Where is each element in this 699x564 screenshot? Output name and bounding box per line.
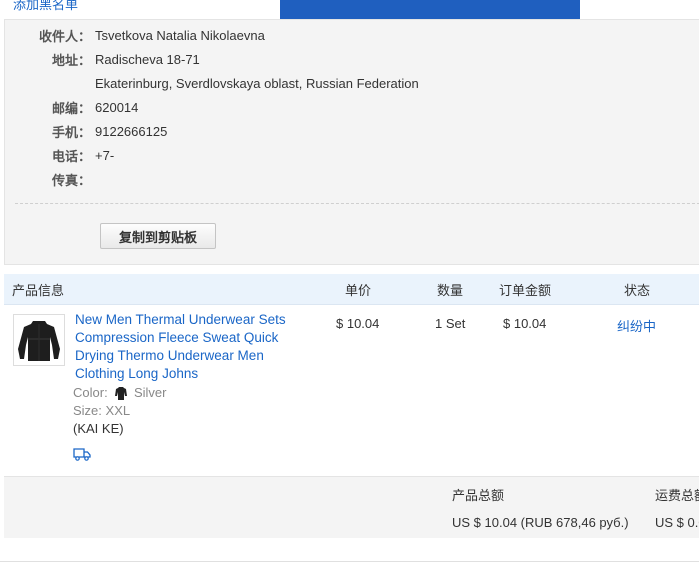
mobile-value: 9122666125 — [95, 123, 168, 139]
color-value: Silver — [133, 385, 167, 400]
shipping-total-label: 运费总额 — [655, 488, 699, 503]
header-status: 状态 — [624, 283, 651, 298]
size-value: XXL — [105, 403, 131, 418]
zip-row: 邮编： 620014 — [5, 98, 138, 116]
recipient-label: 收件人： — [38, 28, 91, 44]
address-line1: Radischeva 18-71 — [95, 51, 200, 67]
recipient-value: Tsvetkova Natalia Nikolaevna — [95, 27, 265, 43]
header-unit-price: 单价 — [345, 283, 372, 298]
quantity-value: 1 Set — [435, 316, 466, 331]
fax-label: 传真： — [51, 172, 91, 188]
product-thumbnail[interactable] — [13, 314, 65, 366]
phone-label: 电话： — [51, 148, 91, 164]
address-label: 地址： — [51, 52, 91, 68]
bottom-divider — [0, 561, 699, 562]
recipient-row: 收件人： Tsvetkova Natalia Nikolaevna — [5, 26, 265, 44]
product-total-value: US $ 10.04 (RUB 678,46 руб.) — [452, 515, 629, 530]
divider — [15, 203, 699, 204]
fax-row: 传真： — [5, 170, 95, 188]
header-order-amount: 订单金额 — [499, 283, 552, 298]
order-table-header: 产品信息 单价 数量 订单金额 状态 — [4, 274, 699, 305]
color-label: Color: — [73, 385, 108, 400]
size-label: Size: — [73, 403, 102, 418]
phone-value: +7- — [95, 147, 115, 163]
product-title-link[interactable]: New Men Thermal Underwear Sets Compressi… — [75, 311, 305, 383]
copy-to-clipboard-button[interactable]: 复制到剪贴板 — [100, 223, 216, 249]
seller-name: (KAI KE) — [73, 421, 124, 436]
add-blacklist-link[interactable]: 添加黑名单 — [13, 0, 78, 13]
header-product: 产品信息 — [12, 283, 65, 298]
product-total-label: 产品总额 — [452, 488, 505, 503]
order-summary: 产品总额 US $ 10.04 (RUB 678,46 руб.) 运费总额 U… — [4, 476, 699, 538]
status-link[interactable]: 纠纷中 — [617, 316, 656, 335]
product-color: Color: Silver — [73, 385, 166, 400]
mobile-row: 手机： 9122666125 — [5, 122, 167, 140]
zip-value: 620014 — [95, 99, 139, 115]
address-line2: Ekaterinburg, Sverdlovskaya oblast, Russ… — [95, 75, 419, 91]
zip-label: 邮编： — [51, 100, 91, 116]
color-swatch — [115, 387, 128, 400]
shipping-total-value: US $ 0.00 — [655, 515, 699, 530]
address-row: 地址： Radischeva 18-71 — [5, 50, 200, 68]
truck-icon[interactable] — [73, 447, 91, 461]
shipping-address-panel: 收件人： Tsvetkova Natalia Nikolaevna 地址： Ra… — [4, 19, 699, 265]
header-quantity: 数量 — [437, 283, 464, 298]
mobile-label: 手机： — [51, 124, 91, 140]
unit-price-value: $ 10.04 — [336, 316, 380, 331]
order-amount-value: $ 10.04 — [503, 316, 547, 331]
address-row-2: Ekaterinburg, Sverdlovskaya oblast, Russ… — [5, 74, 419, 92]
product-size: Size: XXL — [73, 403, 130, 418]
phone-row: 电话： +7- — [5, 146, 114, 164]
